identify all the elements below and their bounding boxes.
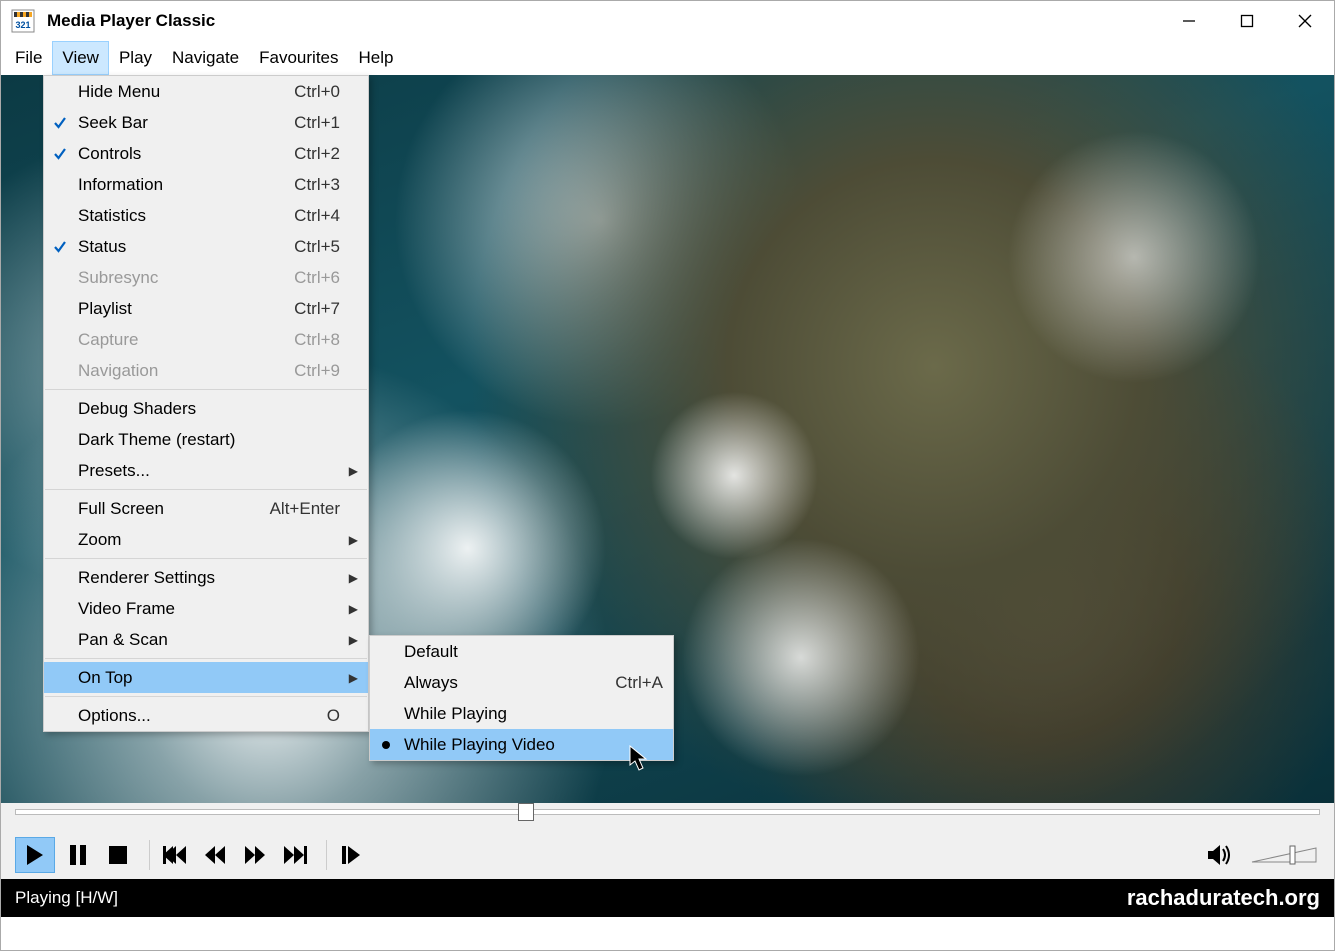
window-title: Media Player Classic xyxy=(47,11,215,31)
app-icon: 321 xyxy=(11,9,35,33)
separator xyxy=(45,658,367,659)
submenu-default[interactable]: Default xyxy=(370,636,673,667)
window-controls xyxy=(1160,1,1334,41)
menuitem-video-frame[interactable]: Video Frame▶ xyxy=(44,593,368,624)
menuitem-presets[interactable]: Presets...▶ xyxy=(44,455,368,486)
status-text: Playing [H/W] xyxy=(15,888,118,908)
chevron-right-icon: ▶ xyxy=(340,571,358,585)
menuitem-statistics[interactable]: StatisticsCtrl+4 xyxy=(44,200,368,231)
controls-bar xyxy=(1,831,1334,879)
watermark-text: rachaduratech.org xyxy=(1127,885,1320,911)
separator xyxy=(326,840,327,870)
menuitem-hide-menu[interactable]: Hide MenuCtrl+0 xyxy=(44,76,368,107)
menu-view[interactable]: View xyxy=(52,41,109,75)
menuitem-capture: CaptureCtrl+8 xyxy=(44,324,368,355)
pause-button[interactable] xyxy=(61,837,95,873)
chevron-right-icon: ▶ xyxy=(340,633,358,647)
menu-file[interactable]: File xyxy=(5,41,52,75)
submenu-always[interactable]: AlwaysCtrl+A xyxy=(370,667,673,698)
radio-dot-icon xyxy=(382,741,390,749)
menuitem-full-screen[interactable]: Full ScreenAlt+Enter xyxy=(44,493,368,524)
menuitem-pan-scan[interactable]: Pan & Scan▶ xyxy=(44,624,368,655)
menuitem-status[interactable]: StatusCtrl+5 xyxy=(44,231,368,262)
titlebar: 321 Media Player Classic xyxy=(1,1,1334,41)
menuitem-playlist[interactable]: PlaylistCtrl+7 xyxy=(44,293,368,324)
menu-favourites[interactable]: Favourites xyxy=(249,41,348,75)
menuitem-debug-shaders[interactable]: Debug Shaders xyxy=(44,393,368,424)
seek-handle[interactable] xyxy=(518,803,534,821)
svg-text:321: 321 xyxy=(15,20,30,30)
forward-button[interactable] xyxy=(238,837,272,873)
stop-button[interactable] xyxy=(101,837,135,873)
chevron-right-icon: ▶ xyxy=(340,533,358,547)
chevron-right-icon: ▶ xyxy=(340,464,358,478)
minimize-button[interactable] xyxy=(1160,1,1218,41)
maximize-button[interactable] xyxy=(1218,1,1276,41)
check-icon xyxy=(53,116,67,130)
close-button[interactable] xyxy=(1276,1,1334,41)
menu-play[interactable]: Play xyxy=(109,41,162,75)
menu-help[interactable]: Help xyxy=(349,41,404,75)
menu-navigate[interactable]: Navigate xyxy=(162,41,249,75)
play-button[interactable] xyxy=(15,837,55,873)
menuitem-dark-theme[interactable]: Dark Theme (restart) xyxy=(44,424,368,455)
chevron-right-icon: ▶ xyxy=(340,602,358,616)
menuitem-renderer-settings[interactable]: Renderer Settings▶ xyxy=(44,562,368,593)
separator xyxy=(45,389,367,390)
submenu-while-playing[interactable]: While Playing xyxy=(370,698,673,729)
menuitem-controls[interactable]: ControlsCtrl+2 xyxy=(44,138,368,169)
chevron-right-icon: ▶ xyxy=(340,671,358,685)
skip-back-button[interactable] xyxy=(158,837,192,873)
volume-button[interactable] xyxy=(1206,837,1234,873)
menuitem-navigation: NavigationCtrl+9 xyxy=(44,355,368,386)
volume-slider[interactable] xyxy=(1250,844,1320,866)
step-button[interactable] xyxy=(335,837,369,873)
seek-track[interactable] xyxy=(15,809,1320,815)
seek-bar[interactable] xyxy=(1,803,1334,831)
menuitem-information[interactable]: InformationCtrl+3 xyxy=(44,169,368,200)
view-dropdown: Hide MenuCtrl+0 Seek BarCtrl+1 ControlsC… xyxy=(43,75,369,732)
ontop-submenu: Default AlwaysCtrl+A While Playing While… xyxy=(369,635,674,761)
check-icon xyxy=(53,147,67,161)
separator xyxy=(45,696,367,697)
menuitem-subresync: SubresyncCtrl+6 xyxy=(44,262,368,293)
menubar: File View Play Navigate Favourites Help xyxy=(1,41,1334,75)
skip-forward-button[interactable] xyxy=(278,837,312,873)
submenu-while-playing-video[interactable]: While Playing Video xyxy=(370,729,673,760)
status-bar: Playing [H/W] rachaduratech.org xyxy=(1,879,1334,917)
separator xyxy=(45,558,367,559)
rewind-button[interactable] xyxy=(198,837,232,873)
separator xyxy=(149,840,150,870)
menuitem-options[interactable]: Options...O xyxy=(44,700,368,731)
separator xyxy=(45,489,367,490)
speaker-icon xyxy=(1207,843,1233,867)
menuitem-seek-bar[interactable]: Seek BarCtrl+1 xyxy=(44,107,368,138)
menuitem-zoom[interactable]: Zoom▶ xyxy=(44,524,368,555)
menuitem-on-top[interactable]: On Top▶ xyxy=(44,662,368,693)
check-icon xyxy=(53,240,67,254)
